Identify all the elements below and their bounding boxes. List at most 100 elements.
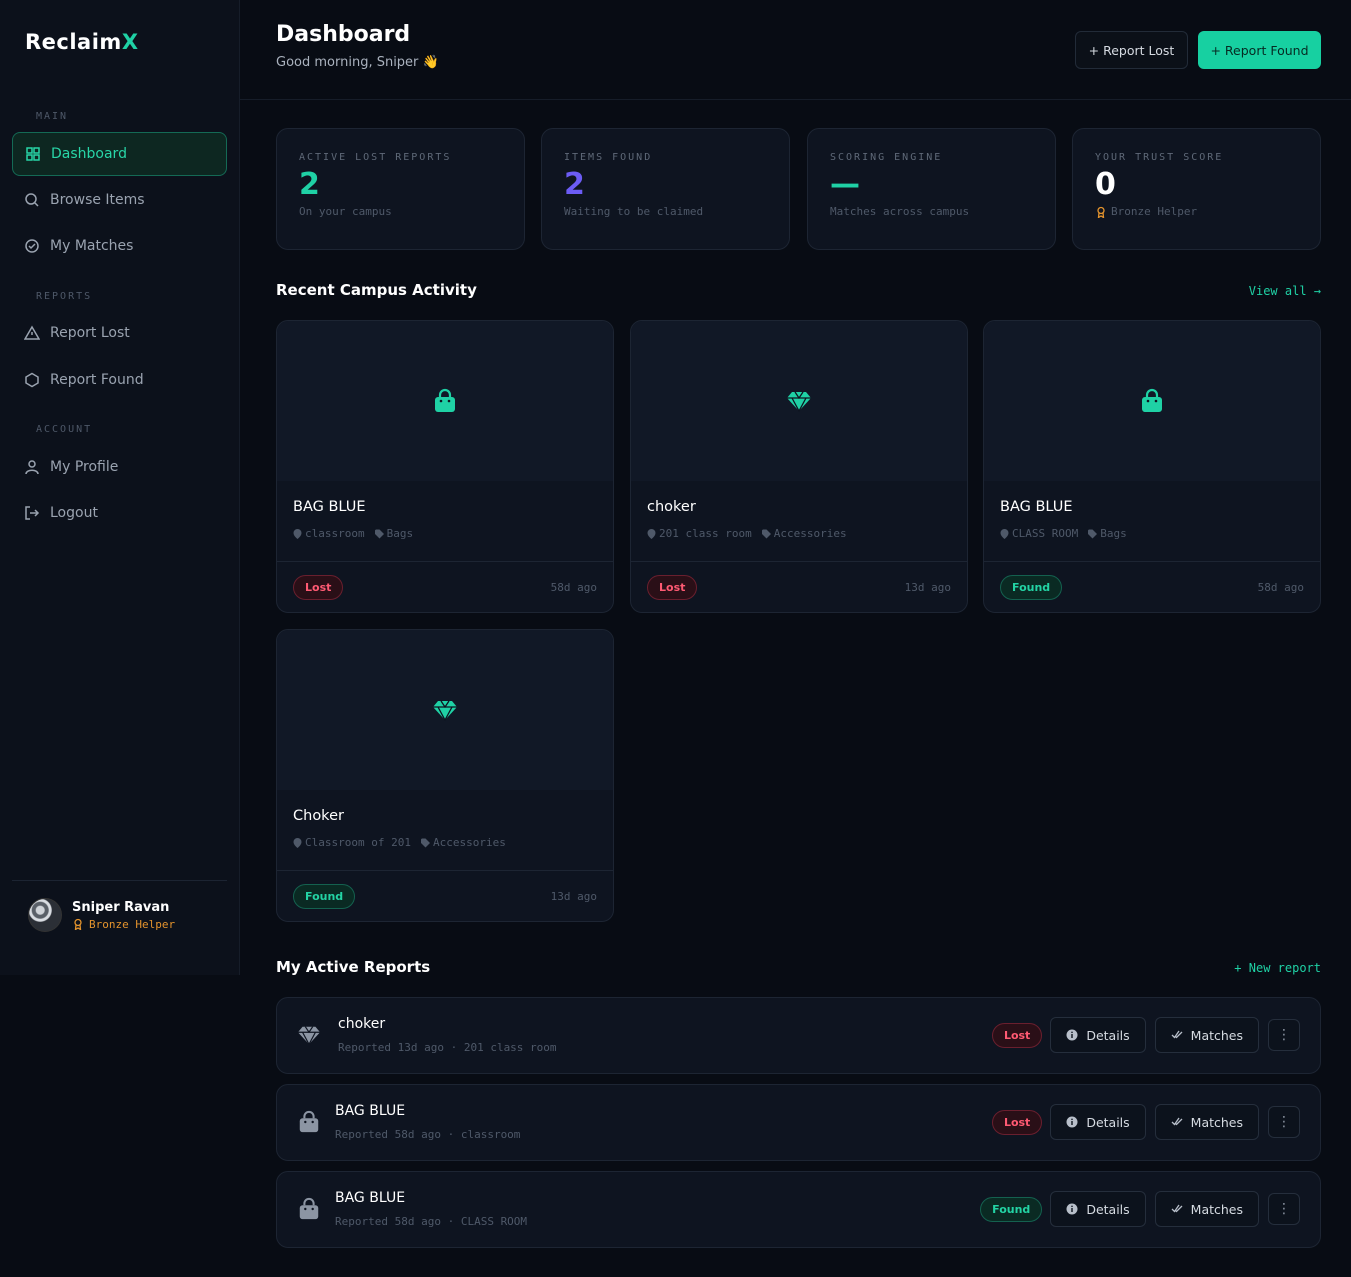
user-badge-label: Bronze Helper: [89, 917, 176, 931]
card-time: 58d ago: [550, 580, 597, 594]
report-title: choker: [338, 1016, 386, 1032]
stat-sub: Bronze Helper: [1095, 205, 1298, 218]
bag-icon: [1139, 388, 1165, 414]
matches-button[interactable]: Matches: [1154, 1104, 1259, 1140]
sidebar-item-profile[interactable]: My Profile: [12, 445, 227, 489]
sidebar-divider: [12, 880, 227, 881]
activity-card[interactable]: Choker Classroom of 201 Accessories Foun…: [276, 629, 614, 922]
alert-triangle-icon: [24, 325, 40, 341]
location-pin-icon: [293, 528, 302, 539]
greeting: Good morning, Sniper 👋: [276, 55, 439, 70]
card-time: 13d ago: [904, 580, 951, 594]
sidebar-item-dashboard[interactable]: Dashboard: [12, 132, 227, 176]
status-badge: Lost: [991, 1109, 1043, 1135]
header: Dashboard Good morning, Sniper 👋 + Repor…: [240, 0, 1351, 100]
view-all-link[interactable]: View all →: [1249, 284, 1321, 298]
stat-card-scoring-engine: SCORING ENGINE — Matches across campus: [807, 128, 1056, 250]
user-icon: [24, 459, 40, 475]
matches-label: Matches: [1190, 1114, 1243, 1130]
report-found-button[interactable]: + Report Found: [1198, 31, 1321, 69]
avatar[interactable]: [28, 898, 62, 932]
brand-logo[interactable]: ReclaimX: [25, 30, 139, 54]
status-badge: Lost: [647, 574, 698, 600]
sidebar-item-label: My Matches: [50, 238, 134, 254]
sidebar-item-label: My Profile: [50, 459, 119, 475]
report-row[interactable]: BAG BLUE Reported 58d ago · CLASS ROOM F…: [276, 1171, 1321, 1248]
user-card[interactable]: Sniper Ravan Bronze Helper: [28, 898, 175, 932]
card-time: 13d ago: [550, 889, 597, 903]
sidebar-item-report-lost[interactable]: Report Lost: [12, 311, 227, 355]
card-location: CLASS ROOM: [1012, 527, 1079, 540]
sidebar-item-browse[interactable]: Browse Items: [12, 178, 227, 222]
report-lost-button[interactable]: + Report Lost: [1075, 31, 1188, 69]
more-options-button[interactable]: ⋮: [1268, 1193, 1300, 1225]
logout-icon: [24, 505, 40, 521]
stat-value: 2: [299, 167, 320, 202]
card-time: 58d ago: [1257, 580, 1304, 594]
user-name: Sniper Ravan: [72, 899, 170, 915]
double-check-icon: [1171, 1203, 1183, 1215]
report-row[interactable]: BAG BLUE Reported 58d ago · classroom Lo…: [276, 1084, 1321, 1161]
new-report-link[interactable]: + New report: [1234, 961, 1321, 975]
stat-value: 0: [1095, 167, 1116, 202]
sidebar-item-report-found[interactable]: Report Found: [12, 358, 227, 402]
activity-card[interactable]: BAG BLUE CLASS ROOM Bags Found 58d ago: [983, 320, 1321, 613]
card-location: 201 class room: [659, 527, 752, 540]
details-button[interactable]: Details: [1050, 1104, 1146, 1140]
medal-icon: [1095, 206, 1107, 218]
matches-label: Matches: [1190, 1201, 1243, 1217]
sidebar-item-logout[interactable]: Logout: [12, 491, 227, 535]
report-row[interactable]: choker Reported 13d ago · 201 class room…: [276, 997, 1321, 1074]
card-thumbnail: [984, 321, 1320, 481]
card-title: BAG BLUE: [293, 499, 366, 515]
status-badge: Lost: [991, 1022, 1043, 1048]
matches-label: Matches: [1190, 1027, 1243, 1043]
stat-value: —: [830, 167, 860, 202]
gem-icon: [786, 388, 812, 414]
card-category: Accessories: [432, 836, 506, 849]
stat-sub: On your campus: [299, 205, 392, 218]
search-icon: [24, 192, 40, 208]
details-button[interactable]: Details: [1050, 1191, 1146, 1227]
details-label: Details: [1086, 1201, 1130, 1217]
more-options-button[interactable]: ⋮: [1268, 1106, 1300, 1138]
sidebar-item-label: Report Found: [50, 372, 144, 388]
info-icon: [1066, 1029, 1078, 1041]
gem-icon: [432, 697, 458, 723]
matches-button[interactable]: Matches: [1154, 1017, 1259, 1053]
sidebar: ReclaimX MAIN Dashboard Browse Items My …: [0, 0, 240, 975]
tag-icon: [420, 838, 430, 848]
details-label: Details: [1086, 1027, 1130, 1043]
stat-sub: Matches across campus: [830, 205, 970, 218]
card-category: Bags: [386, 527, 414, 540]
stat-label: ITEMS FOUND: [564, 152, 653, 163]
activity-card[interactable]: choker 201 class room Accessories Lost 1…: [630, 320, 968, 613]
double-check-icon: [1171, 1116, 1183, 1128]
info-icon: [1066, 1116, 1078, 1128]
status-badge: Found: [293, 883, 356, 909]
more-options-button[interactable]: ⋮: [1268, 1019, 1300, 1051]
activity-section-title: Recent Campus Activity: [276, 281, 477, 299]
stat-label: ACTIVE LOST REPORTS: [299, 152, 452, 163]
nav-section-reports: REPORTS: [36, 291, 93, 302]
user-badge: Bronze Helper: [72, 918, 175, 931]
card-title: Choker: [293, 808, 344, 824]
location-pin-icon: [293, 837, 302, 848]
page-title: Dashboard: [276, 22, 411, 47]
card-title: choker: [647, 499, 696, 515]
details-label: Details: [1086, 1114, 1130, 1130]
stat-card-items-found: ITEMS FOUND 2 Waiting to be claimed: [541, 128, 790, 250]
report-title: BAG BLUE: [335, 1103, 406, 1119]
tag-icon: [374, 529, 384, 539]
reports-section-title: My Active Reports: [276, 958, 431, 976]
card-category: Bags: [1100, 527, 1127, 540]
grid-icon: [25, 146, 41, 162]
details-button[interactable]: Details: [1050, 1017, 1146, 1053]
stat-value: 2: [564, 167, 585, 202]
stat-label: YOUR TRUST SCORE: [1095, 152, 1224, 163]
matches-button[interactable]: Matches: [1154, 1191, 1259, 1227]
sidebar-item-matches[interactable]: My Matches: [12, 224, 227, 268]
report-title: BAG BLUE: [335, 1190, 406, 1206]
activity-card[interactable]: BAG BLUE classroom Bags Lost 58d ago: [276, 320, 614, 613]
tag-icon: [1088, 529, 1098, 539]
